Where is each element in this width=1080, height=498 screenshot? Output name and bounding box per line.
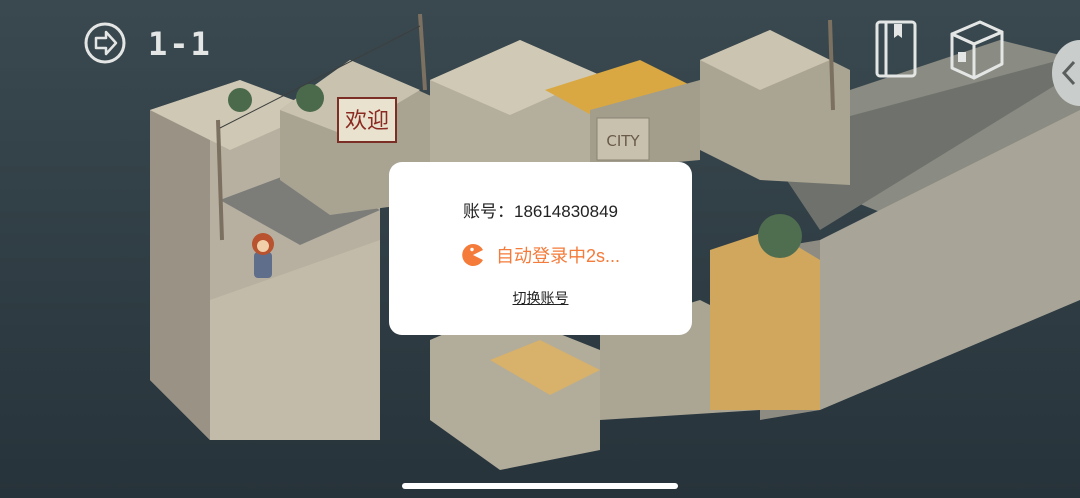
switch-account-link[interactable]: 切换账号 bbox=[513, 290, 569, 306]
pacman-eye bbox=[470, 247, 474, 252]
auto-login-dialog: 账号：18614830849 自动登录中2s... 切换账号 bbox=[389, 162, 692, 335]
login-status-row: 自动登录中2s... bbox=[389, 242, 692, 268]
pacman-shape bbox=[462, 244, 483, 266]
account-label: 账号： bbox=[462, 202, 514, 221]
home-indicator[interactable] bbox=[402, 483, 678, 489]
account-number: 18614830849 bbox=[513, 202, 618, 221]
pacman-loading-icon bbox=[462, 244, 483, 266]
auto-login-status-text: 自动登录中2s... bbox=[495, 246, 620, 266]
dialog-overlay: 账号：18614830849 自动登录中2s... 切换账号 bbox=[0, 0, 1080, 498]
account-row: 账号：18614830849 bbox=[389, 197, 692, 222]
switch-account-row: 切换账号 bbox=[389, 288, 692, 308]
